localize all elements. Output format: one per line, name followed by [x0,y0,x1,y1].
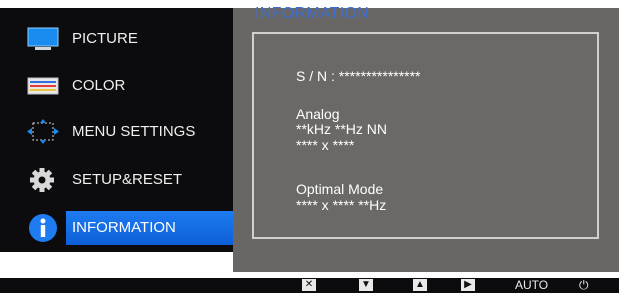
monitor-icon [26,26,62,52]
menu-item-setup-reset[interactable]: SETUP&RESET [0,163,233,197]
optimal-mode-label: Optimal Mode [296,181,384,197]
menu-item-label: COLOR [72,77,126,94]
frequency: **kHz **Hz NN [296,121,388,137]
information-panel: INFORMATION S / N : *************** Anal… [233,5,619,272]
menu-item-label: MENU SETTINGS [72,123,196,140]
info-icon [26,214,62,242]
serial-number: S / N : *************** [296,68,421,84]
auto-button[interactable]: AUTO [515,279,548,292]
color-palette-icon [26,73,62,99]
menu-item-label: SETUP&RESET [72,171,183,188]
close-icon[interactable]: ✕ [302,279,316,291]
button-guide-bar: ✕ ▼ ▲ ▶ AUTO ⏻ [0,278,619,293]
right-arrow-icon[interactable]: ▶ [461,279,475,291]
optimal-mode-value: **** x **** **Hz [296,197,387,213]
resolution: **** x **** [296,137,355,153]
osd-menu: PICTURE COLOR MENU SETTINGS SETUP&RESET … [0,8,233,252]
panel-title: INFORMATION [255,5,370,22]
menu-item-color[interactable]: COLOR [0,69,233,103]
gear-icon [26,167,62,193]
menu-item-picture[interactable]: PICTURE [0,22,233,56]
menu-item-menu-settings[interactable]: MENU SETTINGS [0,115,233,149]
menu-settings-icon [26,119,62,145]
menu-item-label: INFORMATION [66,211,233,245]
information-box: S / N : *************** Analog **kHz **H… [252,32,599,239]
down-arrow-icon[interactable]: ▼ [359,279,373,291]
menu-item-label: PICTURE [72,30,138,47]
signal-type: Analog [296,106,340,122]
up-arrow-icon[interactable]: ▲ [413,279,427,291]
power-icon[interactable]: ⏻ [579,279,589,292]
menu-item-information[interactable]: INFORMATION [0,211,233,245]
